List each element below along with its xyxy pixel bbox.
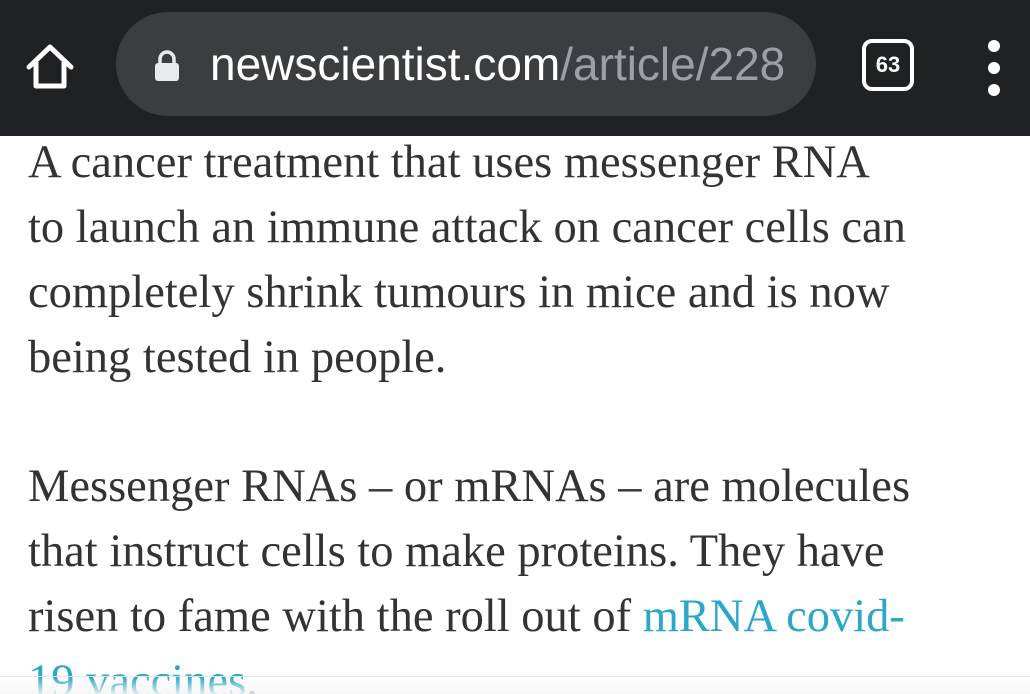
- browser-toolbar: newscientist.com/article/228 63: [0, 0, 1030, 136]
- vaccines-link[interactable]: mRNA covid-: [643, 591, 905, 642]
- browser-window: newscientist.com/article/228 63 A cancer…: [0, 0, 1030, 694]
- article-paragraph: Messenger RNAs – or mRNAs – are molecule…: [28, 454, 1028, 694]
- tab-switcher-button[interactable]: 63: [862, 39, 914, 91]
- paragraph-line: Messenger RNAs – or mRNAs – are molecule…: [28, 461, 911, 512]
- tab-switcher-icon: 63: [862, 39, 914, 91]
- home-button[interactable]: [22, 40, 78, 92]
- url-domain: newscientist.com: [210, 38, 561, 90]
- article-content: A cancer treatment that uses messenger R…: [0, 136, 1030, 694]
- menu-button[interactable]: [976, 36, 1012, 100]
- address-bar[interactable]: newscientist.com/article/228: [116, 12, 816, 116]
- bottom-edge-shadow: [0, 676, 1030, 694]
- url-path: /article/228: [560, 38, 786, 90]
- paragraph-line: completely shrink tumours in mice and is…: [28, 267, 890, 318]
- paragraph-line: to launch an immune attack on cancer cel…: [28, 202, 906, 253]
- lock-icon: [155, 50, 179, 81]
- tab-count: 63: [875, 52, 901, 77]
- paragraph-line: being tested in people.: [28, 332, 447, 383]
- paragraph-line: risen to fame with the roll out of mRNA …: [28, 584, 1028, 649]
- article-paragraph: A cancer treatment that uses messenger R…: [28, 136, 1028, 390]
- paragraph-line: A cancer treatment that uses messenger R…: [28, 137, 870, 188]
- paragraph-line: that instruct cells to make proteins. Th…: [28, 526, 885, 577]
- paragraph-text: risen to fame with the roll out of: [28, 591, 643, 642]
- home-icon: [26, 44, 74, 89]
- url-text: newscientist.com/article/228: [210, 12, 810, 116]
